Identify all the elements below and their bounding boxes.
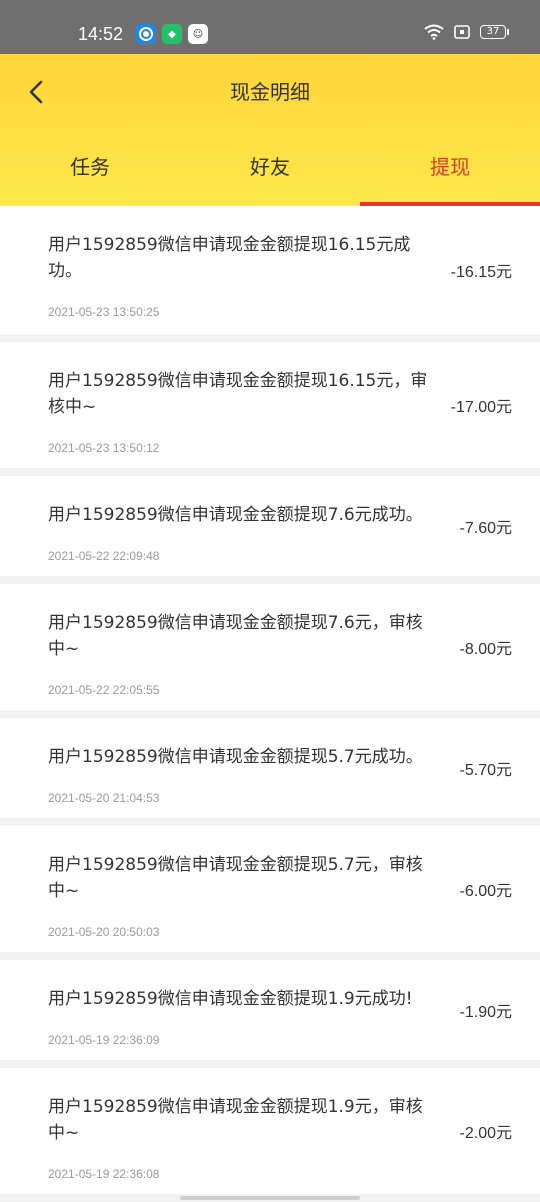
page-title: 现金明细 xyxy=(0,78,540,106)
item-description: 用户1592859微信申请现金金额提现1.9元，审核中~ xyxy=(48,1094,430,1146)
item-amount: -17.00元 xyxy=(451,393,512,417)
status-bar: 14:52 ◆ ☺ 37 xyxy=(0,0,540,54)
tab-tasks[interactable]: 任务 xyxy=(0,146,180,206)
wifi-icon xyxy=(424,24,444,40)
item-amount: -7.60元 xyxy=(460,514,512,538)
battery-icon: 37 xyxy=(480,25,506,39)
item-description: 用户1592859微信申请现金金额提现7.6元，审核中~ xyxy=(48,610,430,662)
item-time: 2021-05-23 13:50:12 xyxy=(48,440,430,456)
app-icon: ☺ xyxy=(188,24,208,44)
item-time: 2021-05-20 20:50:03 xyxy=(48,924,430,940)
item-description: 用户1592859微信申请现金金额提现5.7元成功。 xyxy=(48,744,430,770)
header: 现金明细 任务 好友 提现 xyxy=(0,54,540,206)
item-time: 2021-05-19 22:36:08 xyxy=(48,1166,430,1182)
item-time: 2021-05-22 22:05:55 xyxy=(48,682,430,698)
app-icon: ◆ xyxy=(162,24,182,44)
item-time: 2021-05-22 22:09:48 xyxy=(48,548,430,564)
item-description: 用户1592859微信申请现金金额提现16.15元成功。 xyxy=(48,232,430,284)
home-indicator xyxy=(180,1196,360,1200)
list-item[interactable]: 用户1592859微信申请现金金额提现16.15元成功。 2021-05-23 … xyxy=(0,206,540,334)
tab-bar: 任务 好友 提现 xyxy=(0,146,540,206)
item-time: 2021-05-20 21:04:53 xyxy=(48,790,430,806)
item-amount: -1.90元 xyxy=(460,998,512,1022)
list-item[interactable]: 用户1592859微信申请现金金额提现5.7元成功。 2021-05-20 21… xyxy=(0,718,540,818)
status-time: 14:52 xyxy=(78,22,123,46)
list-item[interactable]: 用户1592859微信申请现金金额提现7.6元，审核中~ 2021-05-22 … xyxy=(0,584,540,710)
list-item[interactable]: 用户1592859微信申请现金金额提现16.15元，审核中~ 2021-05-2… xyxy=(0,342,540,468)
item-time: 2021-05-23 13:50:25 xyxy=(48,304,430,320)
tab-friends[interactable]: 好友 xyxy=(180,146,360,206)
item-amount: -8.00元 xyxy=(460,635,512,659)
item-description: 用户1592859微信申请现金金额提现5.7元，审核中~ xyxy=(48,852,430,904)
list-item[interactable]: 用户1592859微信申请现金金额提现5.7元，审核中~ 2021-05-20 … xyxy=(0,826,540,952)
tab-withdraw[interactable]: 提现 xyxy=(360,146,540,206)
item-amount: -2.00元 xyxy=(460,1119,512,1143)
list-item[interactable]: 用户1592859微信申请现金金额提现7.6元成功。 2021-05-22 22… xyxy=(0,476,540,576)
item-amount: -6.00元 xyxy=(460,877,512,901)
item-time: 2021-05-19 22:36:09 xyxy=(48,1032,430,1048)
withdraw-list: 用户1592859微信申请现金金额提现16.15元成功。 2021-05-23 … xyxy=(0,206,540,1202)
sim-icon xyxy=(454,25,470,39)
item-description: 用户1592859微信申请现金金额提现16.15元，审核中~ xyxy=(48,368,430,420)
app-icon xyxy=(136,24,156,44)
item-amount: -5.70元 xyxy=(460,756,512,780)
status-icons: 37 xyxy=(424,24,506,40)
item-description: 用户1592859微信申请现金金额提现1.9元成功! xyxy=(48,986,430,1012)
item-description: 用户1592859微信申请现金金额提现7.6元成功。 xyxy=(48,502,430,528)
list-item[interactable]: 用户1592859微信申请现金金额提现1.9元，审核中~ 2021-05-19 … xyxy=(0,1068,540,1194)
list-item[interactable]: 用户1592859微信申请现金金额提现1.9元成功! 2021-05-19 22… xyxy=(0,960,540,1060)
item-amount: -16.15元 xyxy=(451,258,512,282)
